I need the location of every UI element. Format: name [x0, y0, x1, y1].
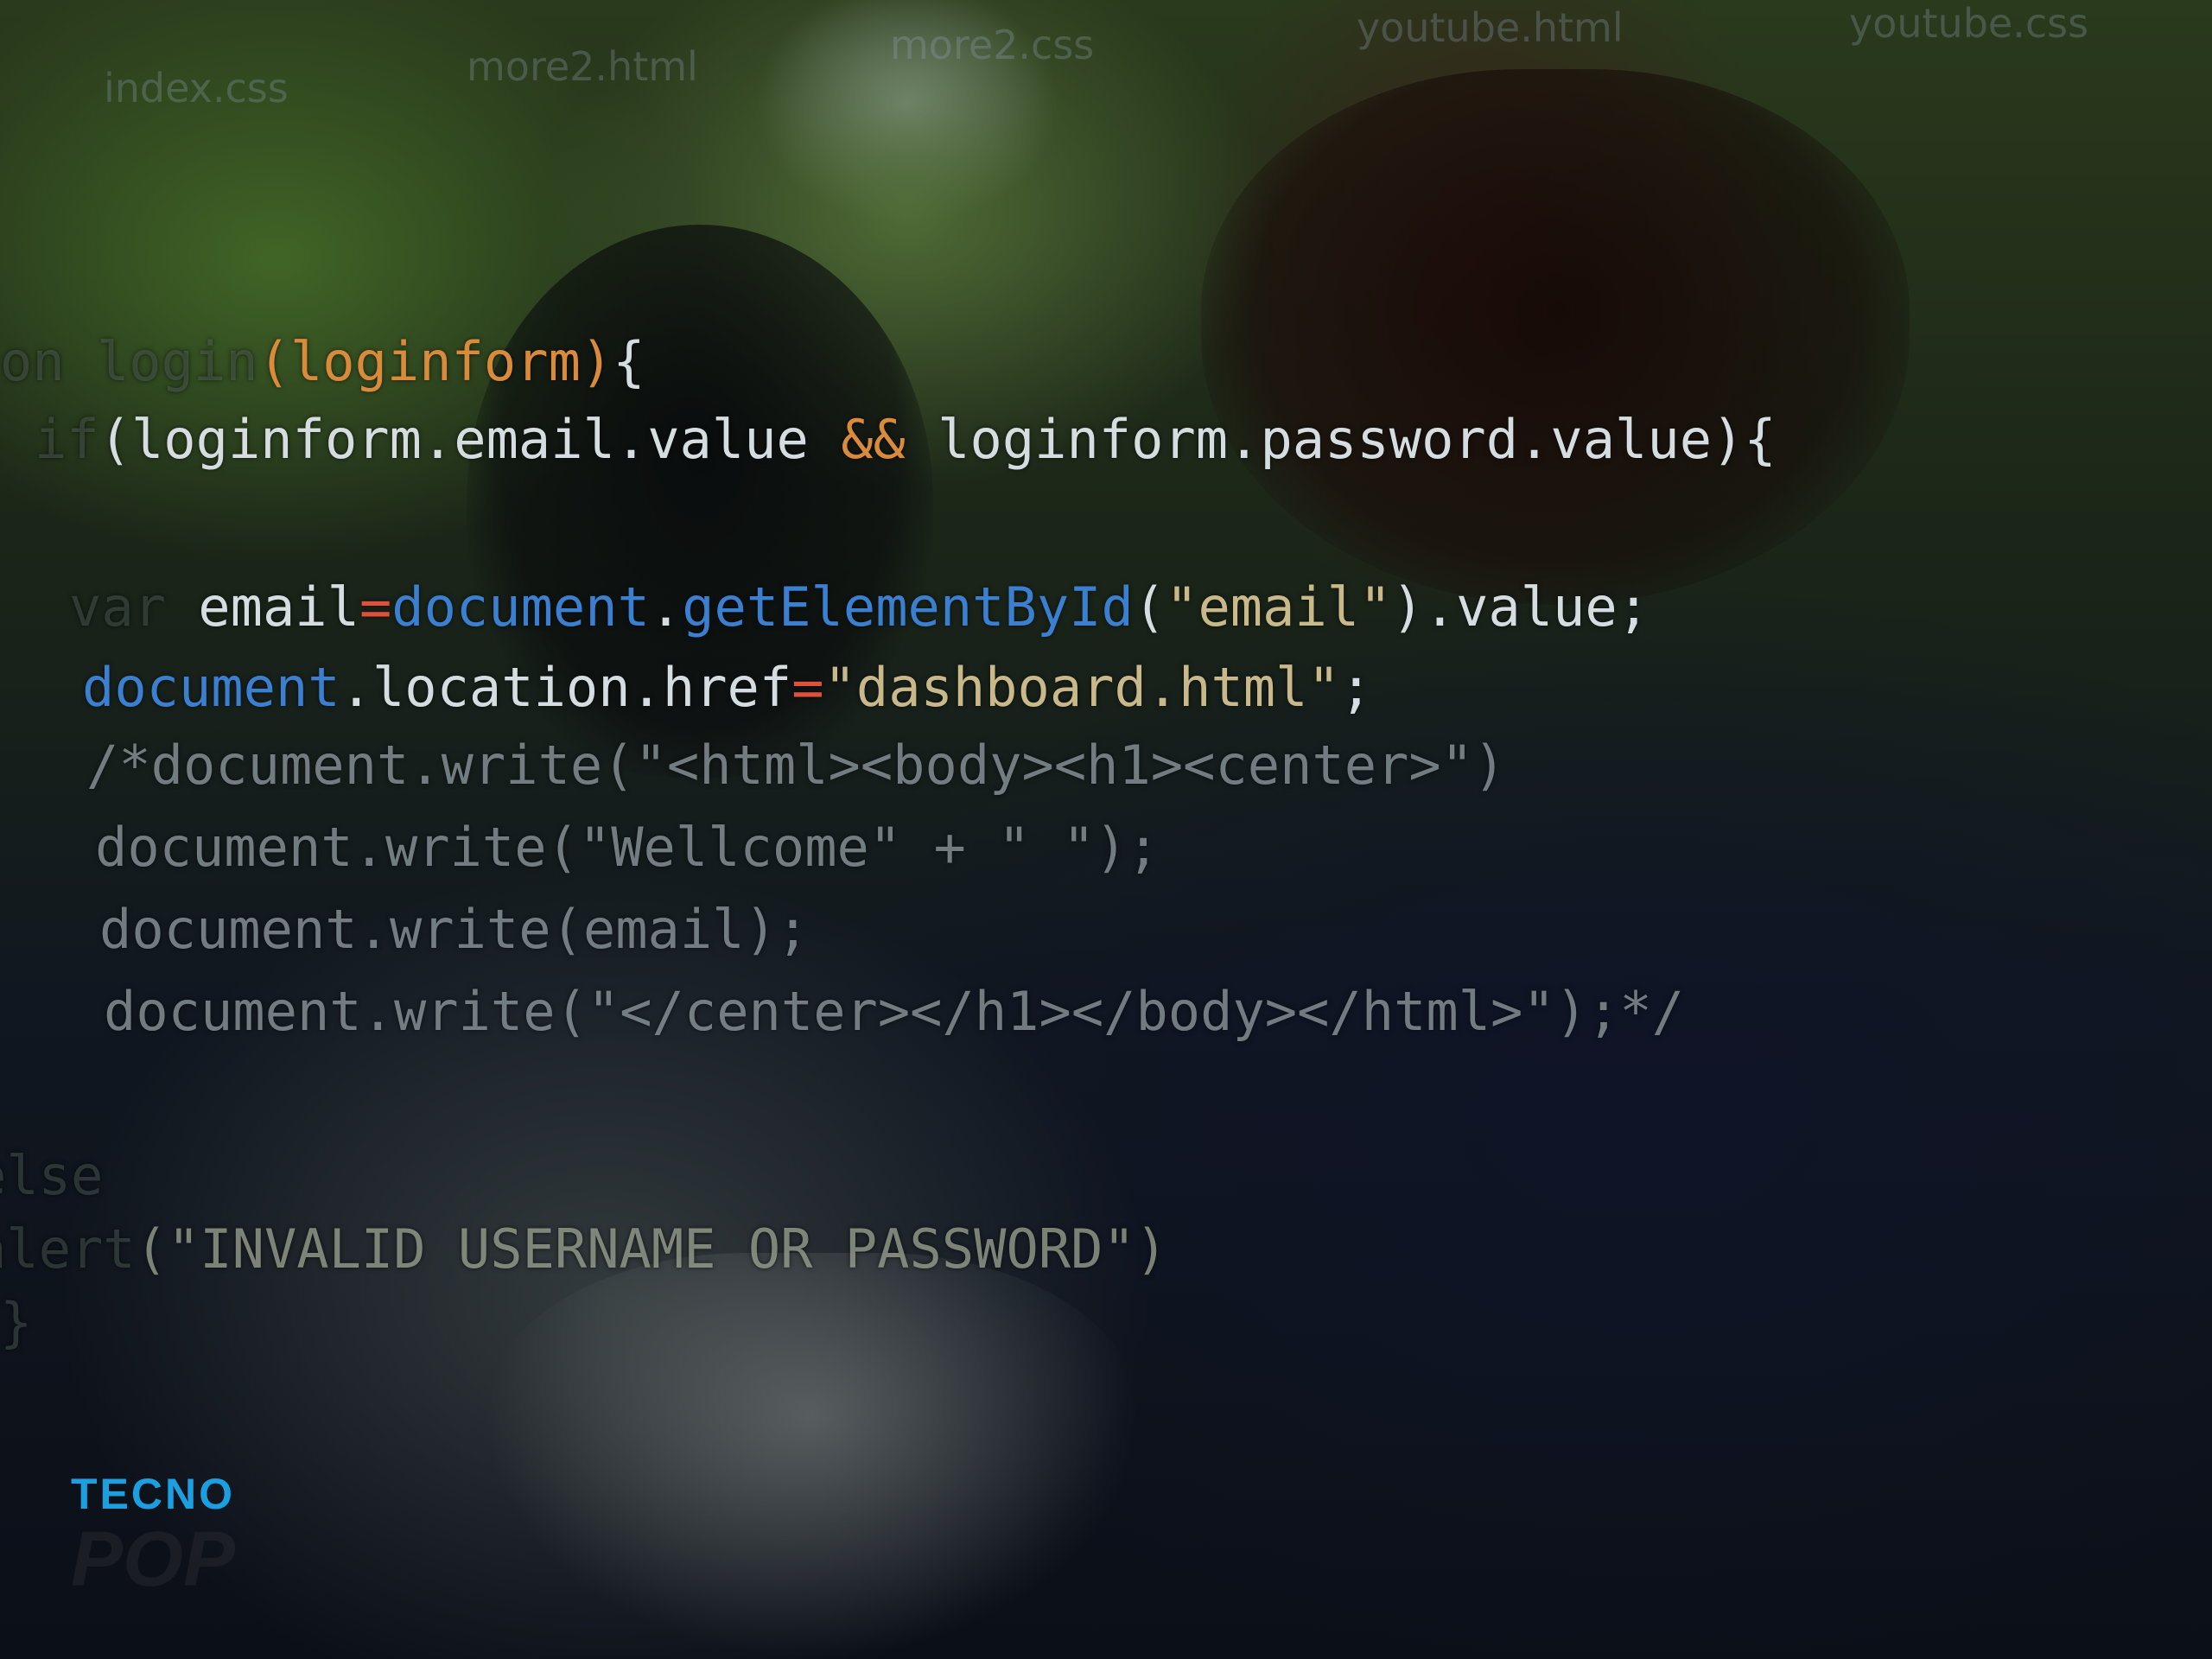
code-token: document.write("Wellcome" + " "); [95, 816, 1160, 879]
code-token: document.write(email); [99, 898, 810, 961]
code-token: getElementById [682, 575, 1134, 639]
code-line: on login(loginform){ [0, 335, 645, 389]
code-line: var email=document.getElementById("email… [69, 581, 1649, 634]
code-token: ).value; [1391, 575, 1650, 639]
code-token: loginform.password.value){ [905, 408, 1777, 471]
code-token: document [82, 656, 340, 719]
code-token: = [791, 656, 824, 719]
code-editor[interactable]: on login(loginform){ if(loginform.email.… [0, 0, 2212, 1659]
code-token: document.write("</center></h1></body></h… [104, 980, 1685, 1043]
code-line: document.write("Wellcome" + " "); [95, 821, 1160, 874]
code-token: } [0, 1291, 33, 1354]
code-token: /*document.write("<html><body><h1><cente… [86, 734, 1506, 797]
code-line: document.write("</center></h1></body></h… [104, 985, 1684, 1039]
code-token: alert [0, 1217, 136, 1281]
code-token: (loginform) [257, 330, 613, 393]
code-token: ("INVALID USERNAME OR PASSWORD") [135, 1217, 1168, 1281]
code-token: "email" [1166, 575, 1392, 639]
code-line: if(loginform.email.value && loginform.pa… [35, 413, 1777, 467]
code-line: else [0, 1149, 103, 1203]
code-token: document [391, 575, 650, 639]
code-token: else [0, 1144, 104, 1207]
code-token: { [613, 330, 645, 393]
camera-watermark: TECNO POP [71, 1469, 235, 1605]
code-token: var [69, 575, 166, 639]
watermark-brand: TECNO [71, 1470, 235, 1518]
code-line: document.location.href="dashboard.html"; [82, 661, 1372, 715]
code-token: ( [1133, 575, 1166, 639]
code-token: email [165, 575, 359, 639]
code-line: } [0, 1296, 32, 1350]
code-line: alert("INVALID USERNAME OR PASSWORD") [0, 1223, 1167, 1276]
code-token: "dashboard.html" [823, 656, 1340, 719]
code-token: (loginform.email.value [99, 408, 842, 471]
watermark-model: POP [71, 1516, 236, 1603]
code-token: = [359, 575, 392, 639]
code-line: document.write(email); [99, 903, 809, 957]
code-token: ; [1339, 656, 1373, 719]
code-token: && [841, 408, 906, 471]
code-token: .location.href [340, 656, 792, 719]
code-token: . [649, 575, 683, 639]
code-token: if [35, 408, 99, 471]
code-line: /*document.write("<html><body><h1><cente… [86, 739, 1505, 792]
code-token: on login [0, 330, 258, 393]
photo-of-screen: index.css more2.html more2.css youtube.h… [0, 0, 2212, 1659]
